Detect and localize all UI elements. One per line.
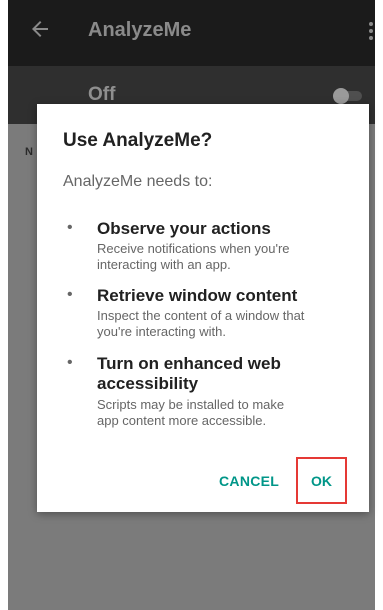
description-line: Inspect the content of a window that bbox=[97, 308, 305, 323]
ok-button-label: OK bbox=[311, 473, 332, 489]
permission-description: Inspect the content of a window that you… bbox=[97, 308, 359, 340]
permission-description: Scripts may be installed to make app con… bbox=[97, 397, 359, 429]
more-vert-icon[interactable] bbox=[367, 20, 375, 42]
background-text: N bbox=[25, 146, 33, 158]
dialog-intro: AnalyzeMe needs to: bbox=[63, 173, 213, 190]
app-bar: AnalyzeMe bbox=[8, 0, 375, 66]
permission-title: Retrieve window content bbox=[97, 286, 298, 305]
title-line: accessibility bbox=[97, 374, 199, 393]
toggle-label: Off bbox=[88, 84, 116, 105]
toggle-thumb bbox=[333, 88, 349, 104]
description-line: app content more accessible. bbox=[97, 413, 267, 428]
ok-button[interactable]: OK bbox=[296, 457, 347, 504]
description-line: you're interacting with. bbox=[97, 324, 226, 339]
permission-dialog: Use AnalyzeMe? AnalyzeMe needs to: • Obs… bbox=[37, 104, 369, 512]
bullet: • bbox=[67, 286, 73, 303]
title-line: Turn on enhanced web bbox=[97, 354, 281, 373]
app-title: AnalyzeMe bbox=[88, 19, 192, 41]
arrow-left-icon[interactable] bbox=[28, 17, 52, 41]
bullet: • bbox=[67, 354, 73, 371]
cancel-button[interactable]: CANCEL bbox=[219, 473, 279, 489]
service-toggle-switch[interactable] bbox=[333, 88, 363, 104]
permission-description: Receive notifications when you're intera… bbox=[97, 241, 359, 273]
description-line: interacting with an app. bbox=[97, 257, 231, 272]
description-line: Receive notifications when you're bbox=[97, 241, 290, 256]
permission-title: Observe your actions bbox=[97, 219, 271, 238]
description-line: Scripts may be installed to make bbox=[97, 397, 285, 412]
dialog-title: Use AnalyzeMe? bbox=[63, 130, 213, 151]
bullet: • bbox=[67, 219, 73, 236]
permission-title: Turn on enhanced web accessibility bbox=[97, 354, 357, 394]
